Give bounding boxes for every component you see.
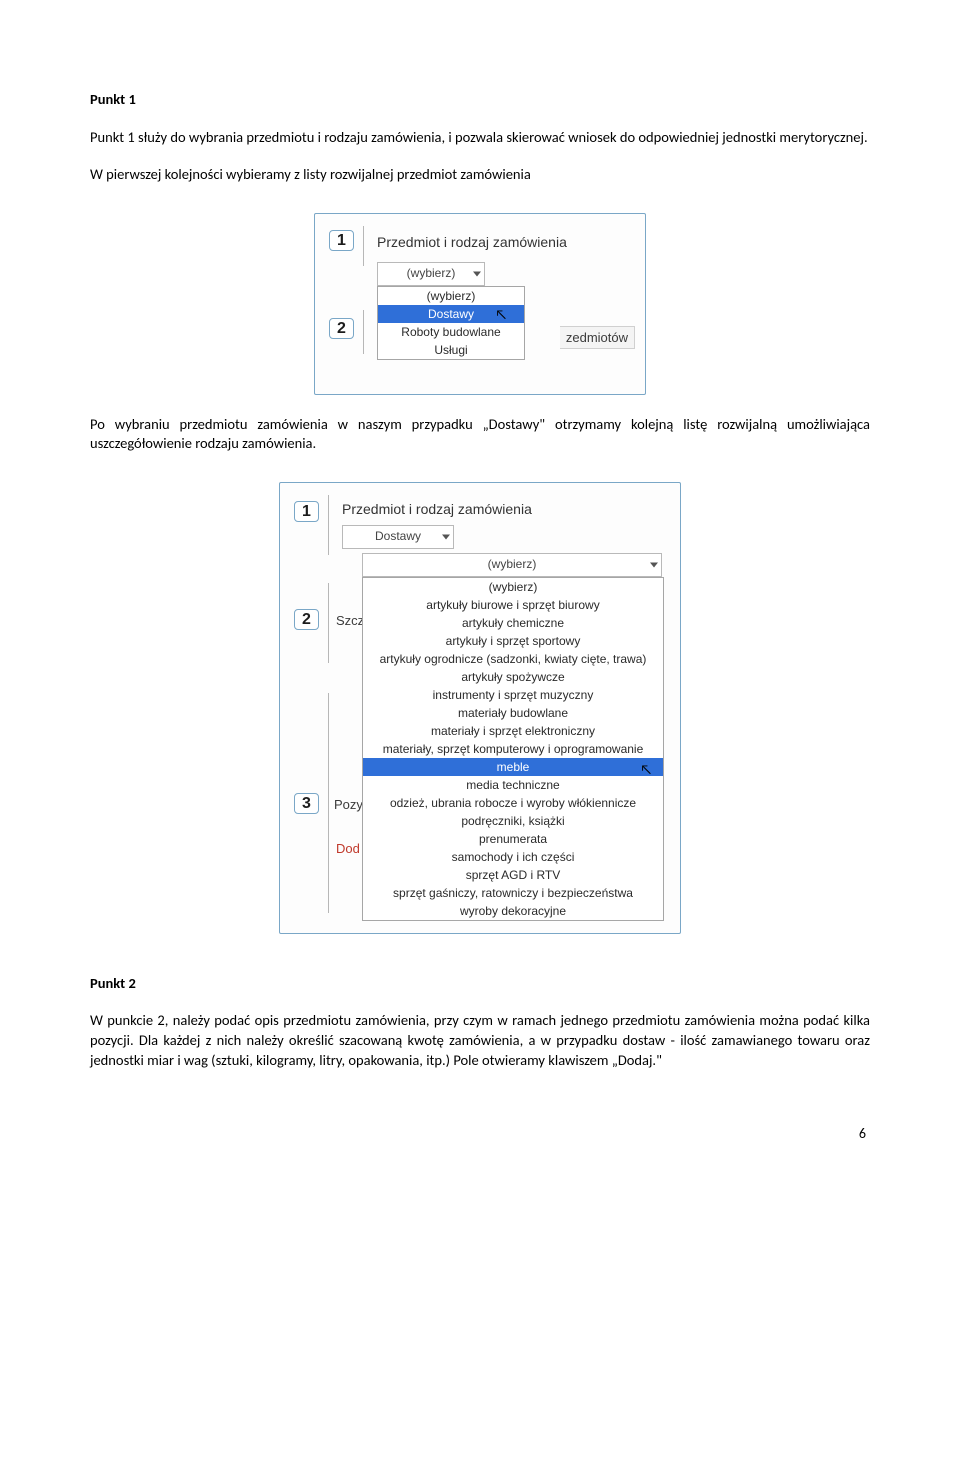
list-item[interactable]: samochody i ich części [363, 848, 663, 866]
step-badge-2: 2 [329, 318, 354, 340]
screenshot-2-panel: 1 Przedmiot i rodzaj zamówienia Dostawy … [279, 482, 681, 934]
list-item[interactable]: artykuły spożywcze [363, 668, 663, 686]
step-badge-2: 2 [294, 609, 319, 631]
list-item[interactable]: (wybierz) [378, 287, 524, 305]
subject-select[interactable]: Dostawy [342, 525, 454, 549]
list-item[interactable]: odzież, ubrania robocze i wyroby włókien… [363, 794, 663, 812]
subtype-select-value: (wybierz) [488, 557, 537, 571]
section-title: Przedmiot i rodzaj zamówienia [377, 234, 567, 250]
page-number: 6 [90, 1125, 870, 1142]
step-badge-1: 1 [329, 230, 354, 252]
list-item[interactable]: instrumenty i sprzęt muzyczny [363, 686, 663, 704]
cursor-icon: ↖ [640, 761, 652, 778]
subtype-options-list[interactable]: (wybierz) artykuły biurowe i sprzęt biur… [362, 577, 664, 921]
subject-select-value: Dostawy [375, 529, 421, 543]
dropdown-arrow-icon [650, 562, 658, 567]
list-item[interactable]: materiały budowlane [363, 704, 663, 722]
para3: Po wybraniu przedmiotu zamówienia w nasz… [90, 415, 870, 454]
list-item[interactable]: sprzęt gaśniczy, ratowniczy i bezpieczeń… [363, 884, 663, 902]
subject-options-list[interactable]: (wybierz) Dostawy Roboty budowlane Usług… [377, 286, 525, 360]
list-item[interactable]: meble [363, 758, 663, 776]
dodaj-link[interactable]: Dod [336, 841, 360, 856]
para4: W punkcie 2, należy podać opis przedmiot… [90, 1011, 870, 1070]
list-item[interactable]: media techniczne [363, 776, 663, 794]
heading-punkt1: Punkt 1 [90, 90, 870, 110]
list-item[interactable]: Usługi [378, 341, 524, 359]
list-item[interactable]: podręczniki, książki [363, 812, 663, 830]
cursor-icon: ↖ [495, 306, 507, 323]
list-item[interactable]: materiały, sprzęt komputerowy i oprogram… [363, 740, 663, 758]
pozy-label: Pozy [334, 797, 363, 812]
dropdown-arrow-icon [442, 534, 450, 539]
list-item[interactable]: wyroby dekoracyjne [363, 902, 663, 920]
subject-select[interactable]: (wybierz) [377, 262, 485, 286]
dropdown-arrow-icon [473, 271, 481, 276]
screenshot-1-panel: 1 Przedmiot i rodzaj zamówienia (wybierz… [314, 213, 646, 395]
subject-select-value: (wybierz) [407, 266, 456, 280]
truncated-tab-label: zedmiotów [560, 326, 635, 349]
list-item[interactable]: artykuły biurowe i sprzęt biurowy [363, 596, 663, 614]
list-item[interactable]: artykuły chemiczne [363, 614, 663, 632]
section-title: Przedmiot i rodzaj zamówienia [342, 501, 532, 517]
list-item[interactable]: sprzęt AGD i RTV [363, 866, 663, 884]
para1: Punkt 1 służy do wybrania przedmiotu i r… [90, 128, 870, 148]
list-item[interactable]: artykuły ogrodnicze (sadzonki, kwiaty ci… [363, 650, 663, 668]
list-item[interactable]: artykuły i sprzęt sportowy [363, 632, 663, 650]
list-item[interactable]: (wybierz) [363, 578, 663, 596]
step-badge-3: 3 [294, 793, 319, 815]
subtype-select[interactable]: (wybierz) [362, 553, 662, 577]
heading-punkt2: Punkt 2 [90, 974, 870, 994]
para2: W pierwszej kolejności wybieramy z listy… [90, 165, 870, 185]
szcz-label: Szcz [336, 613, 364, 628]
step-badge-1: 1 [294, 501, 319, 523]
list-item[interactable]: materiały i sprzęt elektroniczny [363, 722, 663, 740]
list-item[interactable]: Roboty budowlane [378, 323, 524, 341]
list-item[interactable]: prenumerata [363, 830, 663, 848]
